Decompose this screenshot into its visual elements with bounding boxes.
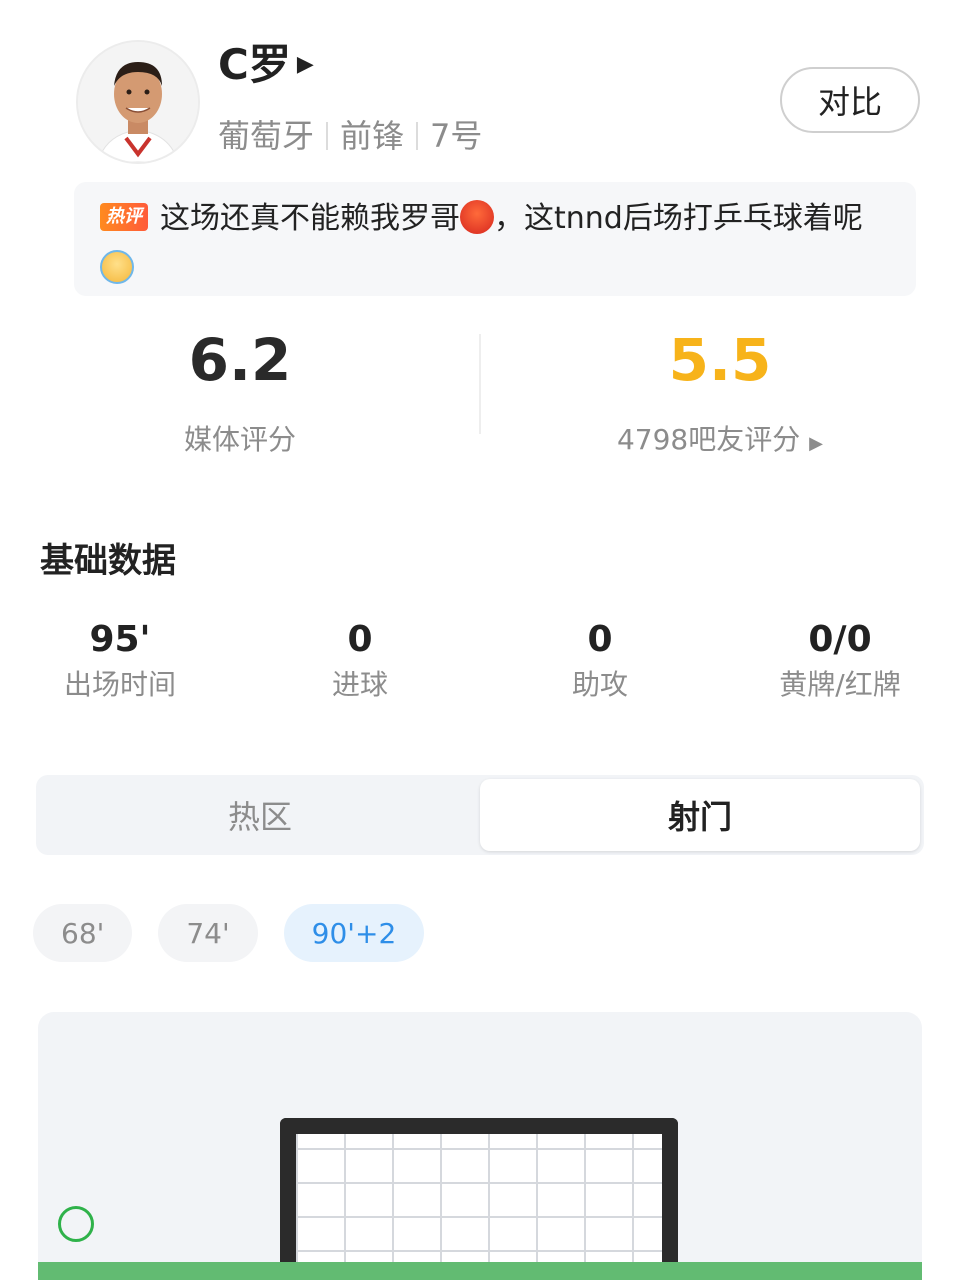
stat-minutes: 95' 出场时间 xyxy=(0,620,240,702)
shot-marker[interactable] xyxy=(58,1206,94,1242)
stat-goals: 0 进球 xyxy=(240,620,480,702)
time-chip-74[interactable]: 74' xyxy=(158,904,258,962)
player-name-link[interactable]: C罗 ▶ xyxy=(218,44,314,86)
stat-label: 黄牌/红牌 xyxy=(779,668,901,701)
stat-label: 进球 xyxy=(331,668,388,701)
compare-button[interactable]: 对比 xyxy=(780,67,920,133)
time-chip-68[interactable]: 68' xyxy=(33,904,133,962)
player-country: 葡萄牙 xyxy=(218,117,315,155)
stat-label: 助攻 xyxy=(571,668,628,701)
basic-stats-row: 95' 出场时间 0 进球 0 助攻 0/0 黄牌/红牌 xyxy=(0,620,960,702)
tab-shots[interactable]: 射门 xyxy=(480,779,920,851)
player-photo-icon xyxy=(78,42,198,162)
player-number: 7号 xyxy=(430,117,483,155)
meta-divider xyxy=(326,122,329,150)
goal-net xyxy=(280,1118,678,1280)
fans-rating-link[interactable]: 4798吧友评分 ▶ xyxy=(480,424,960,460)
hot-comment-text-2: ，这tnnd后场打乒乓球着呢 xyxy=(494,201,863,236)
basic-stats-title: 基础数据 xyxy=(40,541,176,581)
facepalm-icon xyxy=(100,249,134,284)
shot-time-chips: 68' 74' 90'+2 xyxy=(33,904,425,962)
angry-face-icon xyxy=(460,199,494,234)
stat-value: 0 xyxy=(587,619,613,660)
player-meta: 葡萄牙 前锋 7号 xyxy=(218,120,482,152)
player-avatar[interactable] xyxy=(76,40,200,164)
media-rating: 6.2 媒体评分 xyxy=(0,330,480,456)
view-tabs: 热区 射门 xyxy=(36,775,924,855)
stat-value: 0/0 xyxy=(808,619,872,660)
hot-comment-card[interactable]: 热评 这场还真不能赖我罗哥 ，这tnnd后场打乒乓球着呢 xyxy=(74,182,916,296)
stat-value: 95' xyxy=(89,619,151,660)
pitch-ground xyxy=(38,1262,922,1280)
hot-comment-badge: 热评 xyxy=(100,202,148,231)
fans-rating-value: 5.5 xyxy=(668,326,772,394)
player-match-page: C罗 ▶ 葡萄牙 前锋 7号 对比 热评 这场还真不能赖我罗哥 ，这tnnd后场打乒… xyxy=(0,0,960,1280)
player-name: C罗 xyxy=(218,40,291,89)
fans-rating-label: 4798吧友评分 xyxy=(616,423,801,456)
meta-divider xyxy=(416,122,419,150)
time-chip-90-2[interactable]: 90'+2 xyxy=(283,904,425,962)
stat-assists: 0 助攻 xyxy=(480,620,720,702)
media-rating-value: 6.2 xyxy=(188,326,292,394)
hot-comment-text-1: 这场还真不能赖我罗哥 xyxy=(160,201,460,236)
stat-cards: 0/0 黄牌/红牌 xyxy=(720,620,960,702)
play-arrow-icon: ▶ xyxy=(809,433,823,454)
shot-map xyxy=(38,1012,922,1280)
fans-rating[interactable]: 5.5 4798吧友评分 ▶ xyxy=(480,330,960,460)
play-arrow-icon: ▶ xyxy=(296,52,314,77)
tab-heatmap[interactable]: 热区 xyxy=(40,779,480,851)
stat-value: 0 xyxy=(347,619,373,660)
player-position: 前锋 xyxy=(340,117,405,155)
media-rating-label: 媒体评分 xyxy=(183,423,296,456)
stat-label: 出场时间 xyxy=(63,668,176,701)
